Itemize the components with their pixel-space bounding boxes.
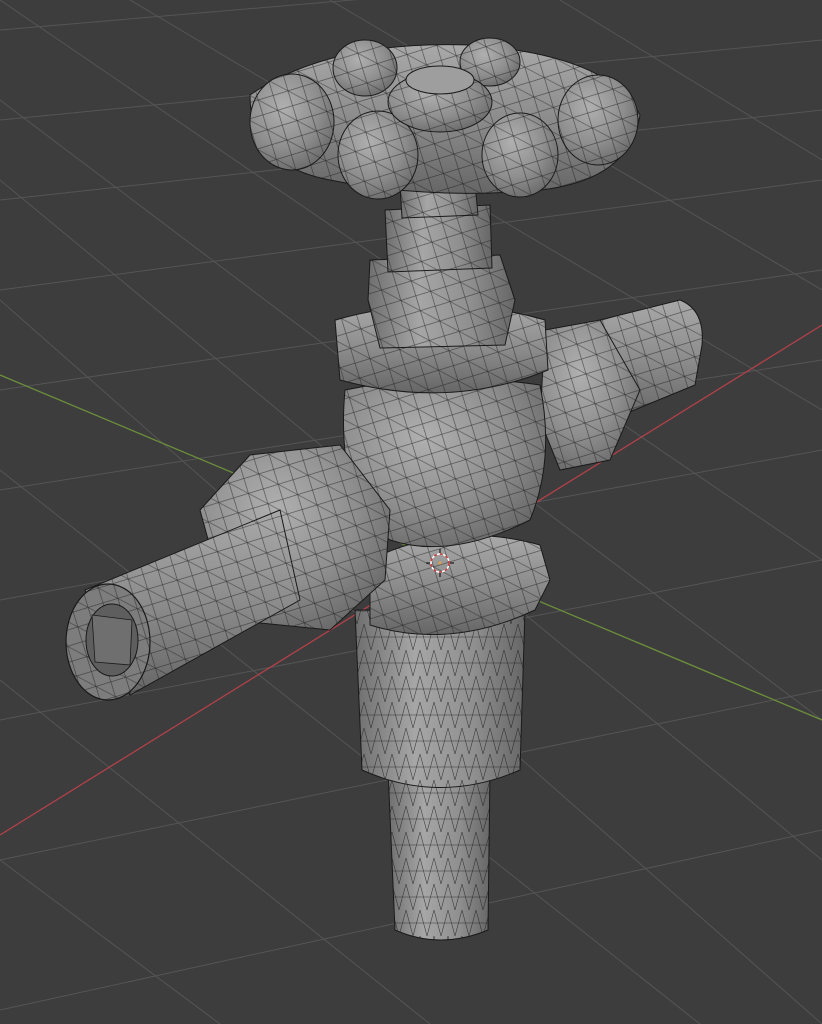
3d-viewport[interactable] [0, 0, 822, 1024]
lower-stem[interactable] [354, 609, 526, 941]
viewport-canvas[interactable] [0, 0, 822, 1024]
left-inlet-pipe[interactable] [65, 444, 391, 701]
handwheel[interactable] [249, 37, 641, 200]
right-outlet-pipe[interactable] [539, 299, 703, 471]
bonnet[interactable] [334, 182, 549, 394]
